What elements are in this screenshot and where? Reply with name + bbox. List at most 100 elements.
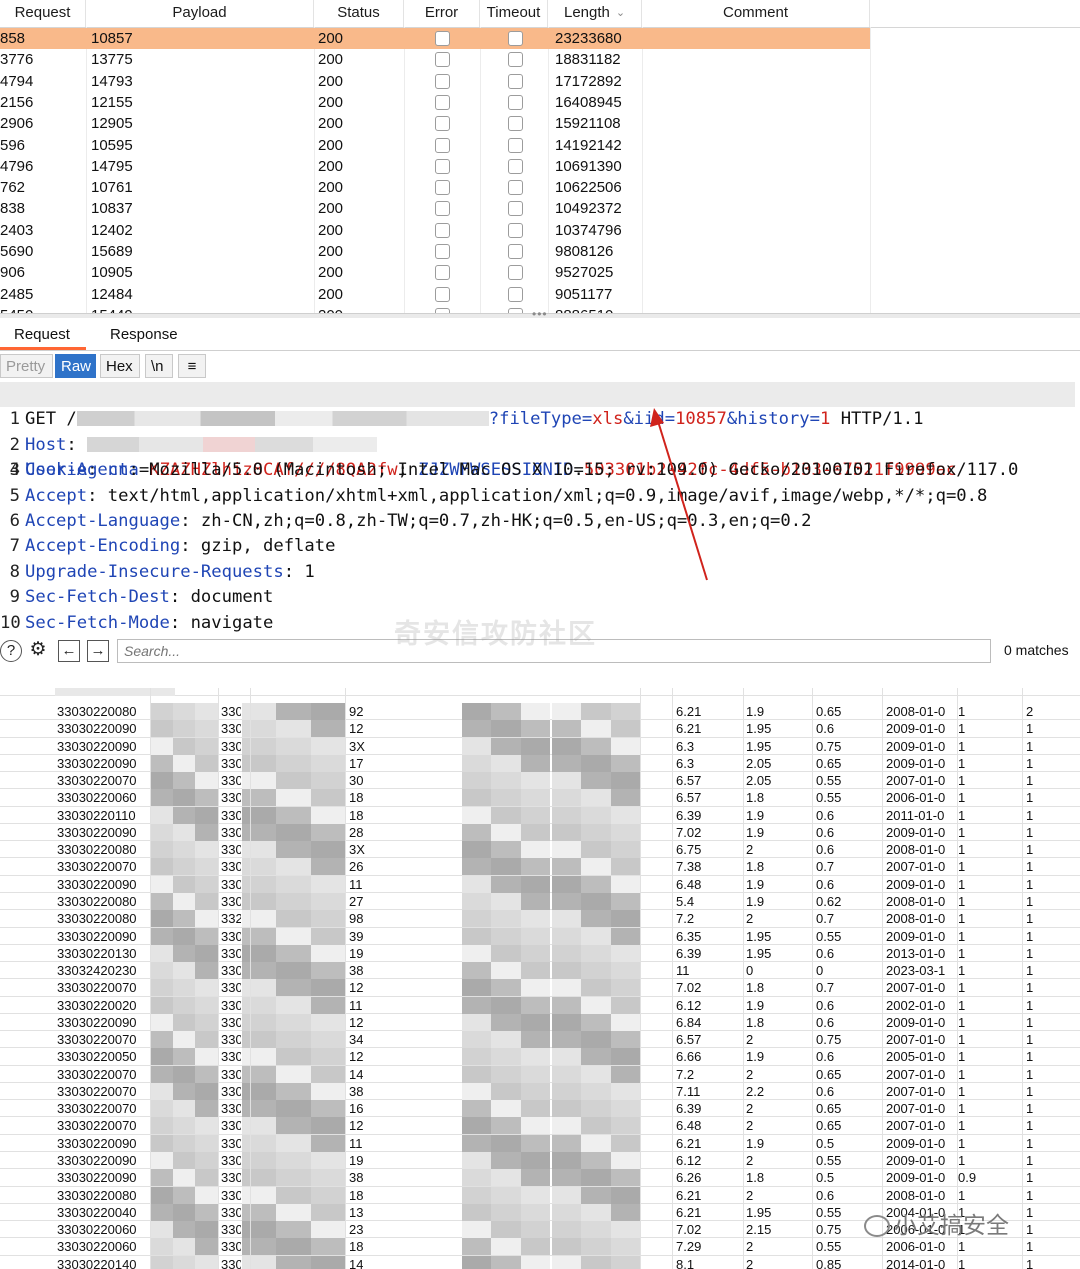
redacted-cell: [172, 1134, 196, 1152]
gear-icon[interactable]: ⚙: [27, 640, 49, 662]
table-row[interactable]: 5690 15689 200 9808126: [0, 241, 870, 262]
timeout-checkbox[interactable]: [508, 201, 523, 217]
id-cell: 33030220080: [57, 911, 137, 927]
redacted-cell: [150, 1169, 173, 1187]
redacted-cell: [310, 979, 345, 997]
timeout-checkbox[interactable]: [508, 286, 523, 302]
id-cell: 33030220040: [57, 1204, 137, 1220]
code-cell: 330: [221, 1204, 241, 1220]
error-checkbox[interactable]: [435, 244, 450, 259]
timeout-checkbox[interactable]: [508, 222, 523, 238]
length-cell: 16408945: [555, 93, 622, 111]
date-cell: 2009-01-0: [886, 1135, 946, 1151]
date-cell: 2009-01-0: [886, 721, 946, 737]
col-header-error[interactable]: Error: [404, 0, 480, 27]
error-checkbox[interactable]: [435, 180, 450, 196]
error-checkbox[interactable]: [435, 31, 450, 46]
redacted-cell: [150, 875, 173, 893]
table-row[interactable]: 2403 12402 200 10374796: [0, 220, 870, 241]
width-cell: 2.15: [746, 1222, 772, 1238]
request-number-cell: 858: [0, 30, 26, 47]
sheet-row: 33030220020 330 11 6.12 1.9 0.6 2002-01-0 1 1: [0, 996, 1080, 1014]
col-header-timeout[interactable]: Timeout: [480, 0, 548, 27]
timeout-checkbox[interactable]: [508, 31, 523, 46]
table-row[interactable]: 762 10761 200 10622506: [0, 177, 870, 198]
tab-response[interactable]: Response: [110, 318, 178, 350]
help-icon[interactable]: ?: [0, 640, 22, 662]
code-cell: 330: [221, 1014, 241, 1030]
pretty-button[interactable]: Pretty: [0, 354, 53, 378]
number-cell: 34: [349, 1032, 364, 1048]
timeout-checkbox[interactable]: [508, 94, 523, 110]
height-cell: 7.29: [676, 1239, 702, 1255]
forward-arrow-icon[interactable]: →: [87, 640, 109, 662]
error-checkbox[interactable]: [435, 158, 450, 174]
redacted-cell: [195, 772, 218, 790]
id-cell: 33030220090: [57, 1170, 137, 1186]
height-cell: 11: [676, 963, 690, 979]
hex-button[interactable]: Hex: [100, 354, 140, 378]
raw-request-text[interactable]: 1 GET / ?fileType=xls&iid=10857&history=1 …: [0, 382, 1080, 634]
height-cell: 6.35: [676, 928, 702, 944]
table-row[interactable]: 2485 12484 200 9051177: [0, 284, 870, 305]
count-cell: 1: [1026, 1222, 1034, 1238]
error-checkbox[interactable]: [435, 116, 450, 132]
table-row[interactable]: 2906 12905 200 15921108: [0, 113, 870, 134]
error-checkbox[interactable]: [435, 286, 450, 302]
tab-request[interactable]: Request: [0, 318, 86, 350]
id-cell: 33030220090: [57, 755, 137, 771]
error-checkbox[interactable]: [435, 222, 450, 238]
table-row[interactable]: 838 10837 200 10492372: [0, 198, 870, 219]
payload-cell: 10857: [91, 30, 133, 47]
error-checkbox[interactable]: [435, 201, 450, 217]
timeout-checkbox[interactable]: [508, 116, 523, 132]
redacted-cell: [172, 720, 196, 738]
redacted-cell: [552, 1031, 582, 1049]
depth-cell: 0.6: [816, 945, 835, 961]
timeout-checkbox[interactable]: [508, 265, 523, 281]
error-checkbox[interactable]: [435, 73, 450, 89]
code-cell: 330: [221, 1135, 241, 1151]
error-checkbox[interactable]: [435, 265, 450, 281]
timeout-checkbox[interactable]: [508, 137, 523, 153]
table-row[interactable]: 596 10595 200 14192142: [0, 135, 870, 156]
redacted-cell: [520, 772, 550, 790]
number-cell: 23: [349, 1222, 364, 1238]
menu-icon[interactable]: ≡: [178, 354, 206, 378]
col-header-request[interactable]: Request: [0, 0, 86, 27]
timeout-checkbox[interactable]: [508, 180, 523, 196]
error-checkbox[interactable]: [435, 52, 450, 68]
timeout-checkbox[interactable]: [508, 73, 523, 89]
timeout-checkbox[interactable]: [508, 244, 523, 259]
redacted-cell: [242, 910, 277, 928]
height-cell: 6.48: [676, 1118, 702, 1134]
timeout-checkbox[interactable]: [508, 158, 523, 174]
raw-button[interactable]: Raw: [55, 354, 96, 378]
table-row[interactable]: 4796 14795 200 10691390: [0, 156, 870, 177]
table-row[interactable]: 2156 12155 200 16408945: [0, 92, 870, 113]
redacted-cell: [276, 927, 311, 945]
factor-cell: 1: [958, 911, 966, 927]
col-header-error-label: Error: [424, 4, 459, 21]
timeout-checkbox[interactable]: [508, 52, 523, 68]
match-count: 0 matches: [1004, 642, 1069, 658]
table-row[interactable]: 858 10857 200 23233680: [0, 28, 870, 50]
code-cell: 330: [221, 893, 241, 909]
col-header-comment[interactable]: Comment: [642, 0, 870, 27]
col-header-payload[interactable]: Payload: [86, 0, 314, 27]
table-row[interactable]: 3776 13775 200 18831182: [0, 49, 870, 70]
error-checkbox[interactable]: [435, 94, 450, 110]
status-cell: 200: [318, 200, 344, 218]
id-cell: 33030220070: [57, 1101, 137, 1117]
newline-toggle-button[interactable]: \n: [145, 354, 173, 378]
error-checkbox[interactable]: [435, 137, 450, 153]
payload-cell: 10761: [91, 179, 133, 197]
col-header-length[interactable]: Length ⌄: [548, 0, 642, 27]
request-line-3: 3 Cookie: cna=KZAZHZlhiz8CAf////8QA2fw; Z…: [0, 433, 1080, 480]
redacted-cell: [491, 720, 521, 738]
col-header-status[interactable]: Status: [314, 0, 404, 27]
back-arrow-icon[interactable]: ←: [58, 640, 80, 662]
redacted-cell: [310, 962, 345, 980]
table-row[interactable]: 4794 14793 200 17172892: [0, 71, 870, 92]
table-row[interactable]: 906 10905 200 9527025: [0, 262, 870, 283]
